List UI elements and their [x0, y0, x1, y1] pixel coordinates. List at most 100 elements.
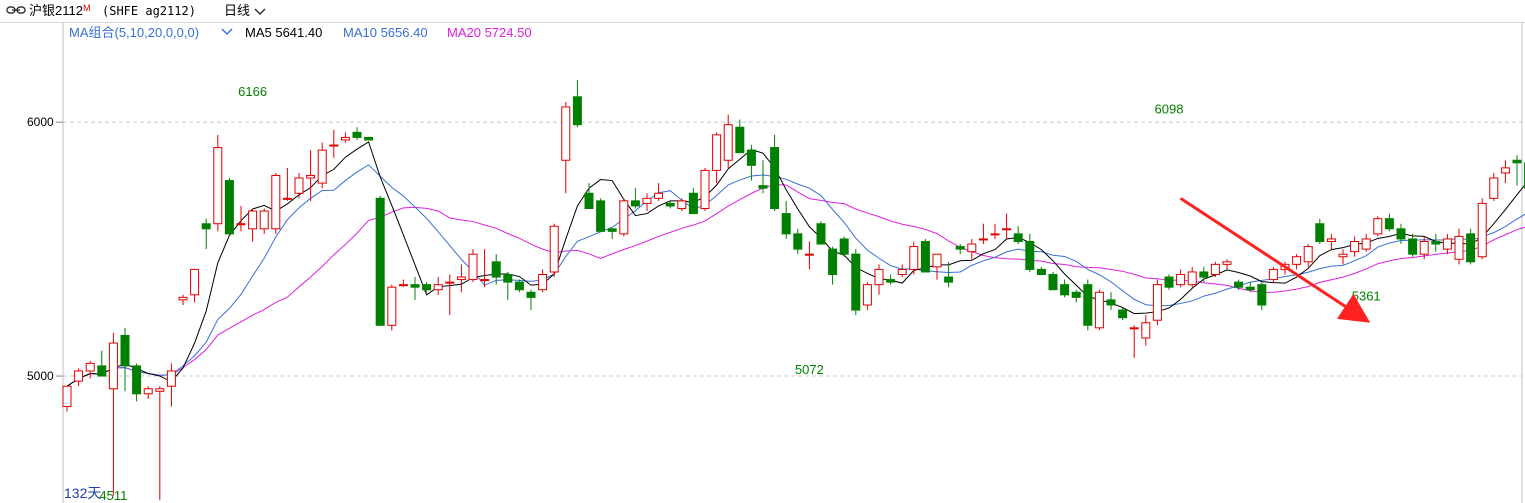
candle-body	[1257, 284, 1267, 306]
candle-body	[851, 253, 861, 311]
candle	[514, 279, 524, 293]
candle-body	[74, 370, 84, 382]
candle	[248, 208, 258, 242]
candle-body	[155, 388, 165, 392]
candle-body	[132, 365, 142, 395]
candle	[1210, 261, 1220, 278]
candle-body	[1025, 240, 1035, 270]
candle	[1512, 155, 1522, 186]
candle	[1094, 289, 1104, 331]
candle-body	[723, 124, 733, 161]
candle-body	[433, 284, 443, 291]
candle	[967, 238, 977, 260]
candle-body	[387, 286, 397, 326]
candle	[433, 277, 443, 295]
candle	[932, 253, 942, 280]
candle-body	[248, 210, 258, 230]
candle-body	[306, 174, 316, 179]
candle-body	[990, 233, 1000, 236]
candle-body	[538, 274, 548, 291]
candle-body	[630, 200, 640, 207]
candle-body	[398, 284, 408, 287]
kline-chart: 5000 6000 6166 6098 5072 4511 5361 MA组合(5,10,…	[27, 22, 1525, 503]
candle-body	[1315, 223, 1325, 242]
candle-body	[317, 149, 327, 184]
candle	[1071, 289, 1081, 303]
candle-body	[549, 225, 559, 273]
candle-body	[828, 248, 838, 276]
candle-body	[468, 253, 478, 281]
candle	[793, 228, 803, 255]
candle-body	[944, 276, 954, 283]
candle	[178, 294, 188, 305]
candle	[1002, 213, 1012, 239]
candle-body	[1048, 274, 1058, 291]
candle	[990, 223, 1000, 239]
price-annotation: 5072	[795, 362, 824, 377]
candle	[1106, 292, 1116, 311]
ma-group-chevron-icon[interactable]	[221, 28, 233, 35]
candle-body	[526, 291, 536, 298]
candle-body	[259, 210, 269, 230]
candle	[213, 134, 223, 232]
candle	[688, 188, 698, 215]
candle	[375, 195, 385, 326]
candle	[1384, 213, 1394, 232]
candle	[445, 274, 455, 316]
candle	[897, 264, 907, 278]
candle	[1141, 315, 1151, 346]
candle-body	[1245, 286, 1255, 291]
candle-body	[572, 96, 582, 126]
candle	[804, 241, 814, 270]
candle	[1454, 228, 1464, 265]
candle	[1129, 325, 1139, 358]
candle-body	[920, 240, 930, 273]
ma-group-label[interactable]: MA组合(5,10,20,0,0,0)	[69, 25, 199, 40]
candle-body	[213, 147, 223, 225]
candle	[1431, 233, 1441, 252]
candle	[352, 127, 362, 140]
candle	[1292, 254, 1302, 270]
candle	[1361, 233, 1371, 252]
candle	[108, 332, 118, 496]
candle-body	[1431, 240, 1441, 245]
candle-body	[1338, 253, 1348, 258]
candle	[770, 134, 780, 212]
candle	[1466, 228, 1476, 265]
candle-body	[1408, 238, 1418, 255]
candle-body	[781, 213, 791, 235]
candle-body	[1454, 235, 1464, 260]
candle-body	[619, 200, 629, 235]
candle	[1083, 279, 1093, 331]
candle	[1176, 269, 1186, 288]
candle	[538, 269, 548, 293]
candle	[1500, 160, 1510, 184]
candle-body	[1083, 284, 1093, 326]
candle	[1350, 236, 1360, 257]
candle-body	[97, 365, 107, 377]
candle-body	[271, 174, 281, 230]
candle-body	[1071, 291, 1081, 298]
candle	[781, 200, 791, 239]
candle	[1303, 244, 1313, 267]
candle-body	[1292, 256, 1302, 265]
candle-body	[503, 274, 513, 283]
candle	[526, 289, 536, 311]
candle-body	[909, 246, 919, 270]
candle-body	[224, 180, 234, 235]
candles	[62, 80, 1525, 501]
candle	[1257, 282, 1267, 311]
candle	[886, 274, 896, 285]
candle-body	[1164, 276, 1174, 288]
candle-body	[178, 296, 188, 301]
candle-body	[422, 284, 432, 291]
candle	[422, 282, 432, 293]
candle	[410, 277, 420, 300]
candle	[1048, 271, 1058, 291]
candle	[584, 183, 594, 209]
candle-body	[1268, 268, 1278, 281]
candle-body	[561, 106, 571, 161]
candle-body	[816, 223, 826, 245]
candle	[329, 129, 339, 158]
candle-body	[688, 192, 698, 215]
